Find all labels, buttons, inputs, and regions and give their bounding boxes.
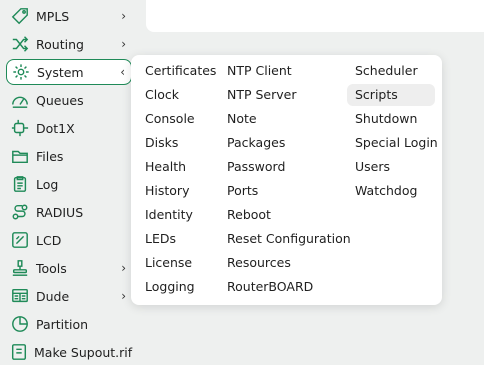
- submenu-item-clock[interactable]: Clock: [137, 84, 179, 106]
- submenu-item-certificates[interactable]: Certificates: [137, 60, 216, 82]
- submenu-item-ntp-client[interactable]: NTP Client: [219, 60, 292, 82]
- submenu-item-packages[interactable]: Packages: [219, 132, 285, 154]
- sidebar-item-log[interactable]: Log: [6, 171, 132, 197]
- sidebar-item-label: Dot1X: [36, 120, 75, 136]
- gear-icon: [11, 62, 31, 82]
- dude-icon: [10, 286, 30, 306]
- sidebar-item-label: Log: [36, 176, 59, 192]
- supout-icon: [10, 342, 28, 362]
- sidebar-item-system[interactable]: System ‹: [6, 59, 132, 85]
- sidebar-item-dude[interactable]: Dude ›: [6, 283, 132, 309]
- sidebar-item-label: Routing: [36, 36, 84, 52]
- route-icon: [10, 202, 30, 222]
- sidebar-item-label: Partition: [36, 316, 89, 332]
- chevron-right-icon: ›: [121, 289, 126, 303]
- submenu-item-resources[interactable]: Resources: [219, 252, 291, 274]
- chevron-right-icon: ›: [121, 261, 126, 275]
- system-submenu: Certificates Clock Console Disks Health …: [131, 55, 442, 305]
- submenu-item-identity[interactable]: Identity: [137, 204, 193, 226]
- submenu-item-routerboard[interactable]: RouterBOARD: [219, 276, 313, 298]
- submenu-item-leds[interactable]: LEDs: [137, 228, 176, 250]
- sidebar-item-label: MPLS: [36, 8, 70, 24]
- main-content-panel: [146, 0, 484, 32]
- sidebar-item-radius[interactable]: RADIUS: [6, 199, 132, 225]
- submenu-item-scheduler[interactable]: Scheduler: [347, 60, 418, 82]
- submenu-item-logging[interactable]: Logging: [137, 276, 195, 298]
- sidebar-item-label: Make Supout.rif: [34, 344, 133, 360]
- sidebar-item-queues[interactable]: Queues: [6, 87, 132, 113]
- tag-icon: [10, 6, 30, 26]
- plug-icon: [10, 118, 30, 138]
- sidebar-item-label: System: [37, 64, 84, 80]
- submenu-item-watchdog[interactable]: Watchdog: [347, 180, 417, 202]
- chevron-right-icon: ›: [121, 9, 126, 23]
- sidebar-item-lcd[interactable]: LCD: [6, 227, 132, 253]
- sidebar-item-dot1x[interactable]: Dot1X: [6, 115, 132, 141]
- submenu-item-reset-configuration[interactable]: Reset Configuration: [219, 228, 351, 250]
- sidebar-item-label: RADIUS: [36, 204, 84, 220]
- sidebar-item-files[interactable]: Files: [6, 143, 132, 169]
- submenu-item-disks[interactable]: Disks: [137, 132, 178, 154]
- submenu-item-ports[interactable]: Ports: [219, 180, 258, 202]
- folder-icon: [10, 146, 30, 166]
- partition-icon: [10, 314, 30, 334]
- submenu-item-special-login[interactable]: Special Login: [347, 132, 438, 154]
- chevron-right-icon: ›: [121, 37, 126, 51]
- submenu-item-health[interactable]: Health: [137, 156, 186, 178]
- submenu-item-users[interactable]: Users: [347, 156, 390, 178]
- submenu-item-console[interactable]: Console: [137, 108, 195, 130]
- sidebar-item-tools[interactable]: Tools ›: [6, 255, 132, 281]
- lcd-icon: [10, 230, 30, 250]
- submenu-item-reboot[interactable]: Reboot: [219, 204, 271, 226]
- sidebar-item-label: LCD: [36, 232, 62, 248]
- submenu-item-history[interactable]: History: [137, 180, 189, 202]
- submenu-item-note[interactable]: Note: [219, 108, 257, 130]
- submenu-item-license[interactable]: License: [137, 252, 192, 274]
- clipboard-icon: [10, 174, 30, 194]
- sidebar-item-label: Dude: [36, 288, 70, 304]
- submenu-item-password[interactable]: Password: [219, 156, 285, 178]
- sidebar: MPLS › Routing › System ‹ Queues Dot1X F…: [0, 0, 140, 362]
- chevron-left-icon: ‹: [120, 65, 125, 79]
- gauge-icon: [10, 90, 30, 110]
- sidebar-item-label: Files: [36, 148, 64, 164]
- submenu-item-ntp-server[interactable]: NTP Server: [219, 84, 297, 106]
- sidebar-item-mpls[interactable]: MPLS ›: [6, 3, 132, 29]
- sidebar-item-partition[interactable]: Partition: [6, 311, 132, 337]
- sidebar-item-make-supout[interactable]: Make Supout.rif: [6, 339, 132, 365]
- submenu-item-shutdown[interactable]: Shutdown: [347, 108, 417, 130]
- sidebar-item-routing[interactable]: Routing ›: [6, 31, 132, 57]
- submenu-item-scripts[interactable]: Scripts: [347, 84, 435, 106]
- shuffle-icon: [10, 34, 30, 54]
- sidebar-item-label: Queues: [36, 92, 84, 108]
- tools-icon: [10, 258, 30, 278]
- sidebar-item-label: Tools: [36, 260, 67, 276]
